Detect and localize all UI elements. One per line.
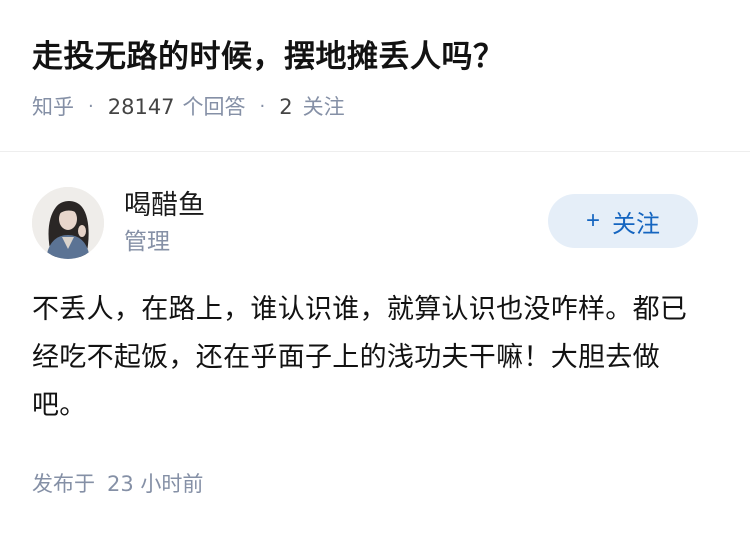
published-label: 发布于 bbox=[32, 472, 95, 496]
follow-count: 2 bbox=[279, 95, 293, 119]
follow-button[interactable]: + 关注 bbox=[548, 194, 698, 248]
meta-separator-2: · bbox=[259, 96, 266, 117]
author-row: 喝醋鱼 管理 + 关注 bbox=[32, 185, 718, 261]
published-time: 23 小时前 bbox=[107, 472, 204, 496]
author-tag: 管理 bbox=[124, 229, 170, 255]
author-info: 喝醋鱼 管理 bbox=[124, 188, 205, 258]
avatar-girl-photo-icon bbox=[32, 187, 104, 259]
meta-separator: · bbox=[88, 96, 94, 117]
answer-card: 喝醋鱼 管理 + 关注 不丢人，在路上，谁认识谁，就算认识也没咋样。都已经吃不起… bbox=[0, 152, 750, 499]
question-header: 走投无路的时候，摆地摊丢人吗？ 知乎 · 28147 个回答 · 2 关注 bbox=[0, 0, 750, 152]
author-name[interactable]: 喝醋鱼 bbox=[124, 188, 205, 224]
question-title[interactable]: 走投无路的时候，摆地摊丢人吗？ bbox=[32, 34, 718, 80]
source-label[interactable]: 知乎 bbox=[32, 92, 74, 122]
follow-button-label: 关注 bbox=[612, 210, 660, 238]
follow-count-label[interactable]: 关注 bbox=[303, 92, 345, 122]
answer-count: 28147 bbox=[107, 95, 175, 119]
answer-content[interactable]: 不丢人，在路上，谁认识谁，就算认识也没咋样。都已经吃不起饭，还在乎面子上的浅功夫… bbox=[32, 286, 712, 430]
question-meta: 知乎 · 28147 个回答 · 2 关注 bbox=[32, 92, 718, 122]
plus-icon: + bbox=[585, 207, 600, 234]
answer-footer: 发布于 23 小时前 bbox=[32, 469, 718, 499]
answer-count-label[interactable]: 个回答 bbox=[183, 92, 246, 122]
avatar[interactable] bbox=[32, 187, 104, 259]
